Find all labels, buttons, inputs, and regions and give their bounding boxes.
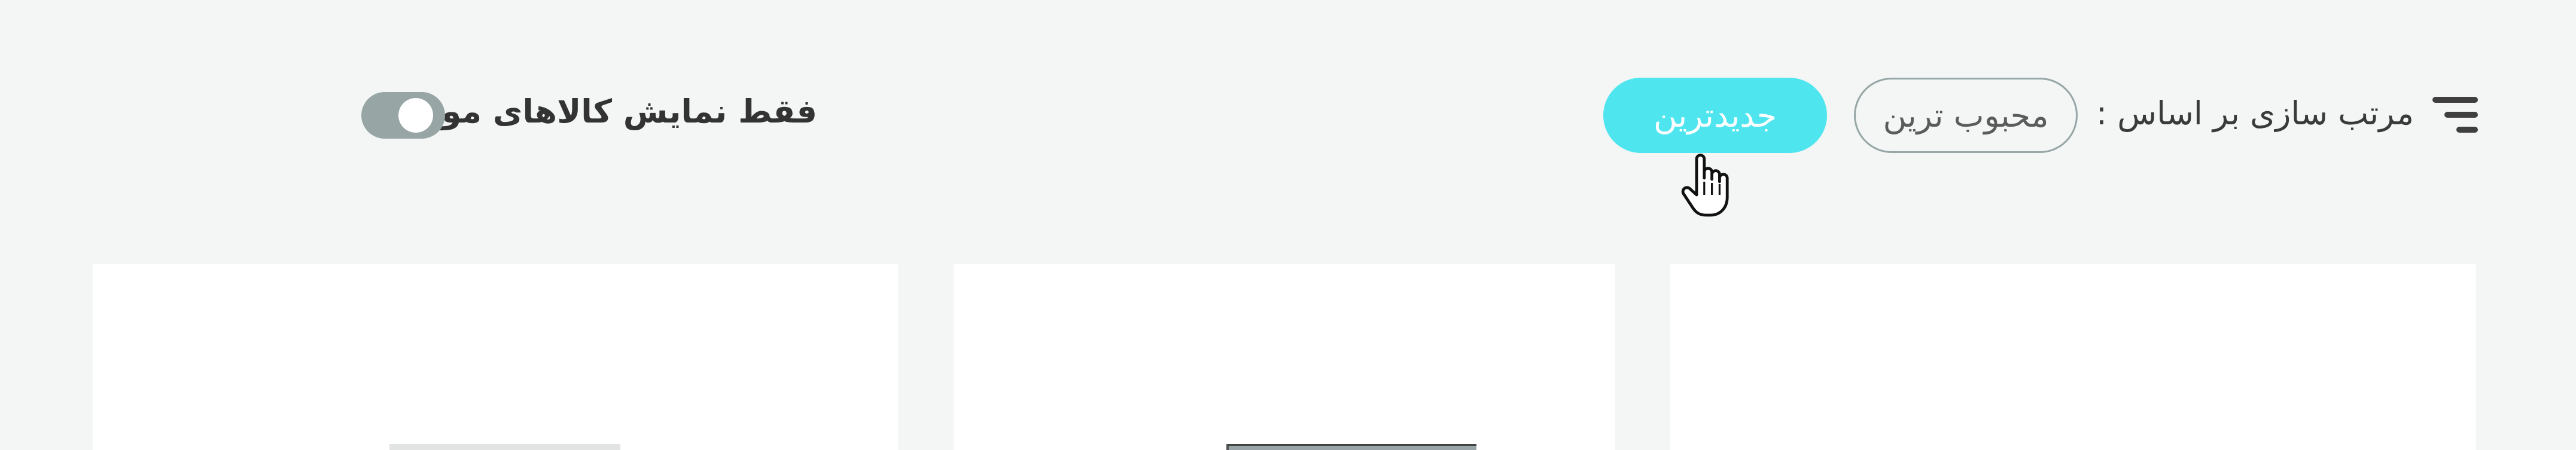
product-card[interactable] [93, 264, 898, 450]
hand-cursor-icon [1681, 154, 1729, 217]
in-stock-toggle[interactable] [361, 92, 445, 139]
product-card[interactable] [954, 264, 1615, 450]
sort-option-popular[interactable]: محبوب ترین [1854, 78, 2078, 153]
sort-icon [2432, 97, 2478, 133]
sort-label: مرتب سازی بر اساس : [2096, 94, 2414, 132]
sort-option-newest[interactable]: جدیدترین [1603, 78, 1827, 153]
product-card[interactable] [1670, 264, 2476, 450]
toggle-knob [398, 98, 433, 133]
product-image [1226, 444, 1476, 450]
in-stock-filter-label: فقط نمایش کالاهای موجود [381, 93, 817, 130]
product-listing-page: مرتب سازی بر اساس : محبوب ترین جدیدترین … [0, 0, 2576, 450]
product-image [389, 444, 620, 450]
